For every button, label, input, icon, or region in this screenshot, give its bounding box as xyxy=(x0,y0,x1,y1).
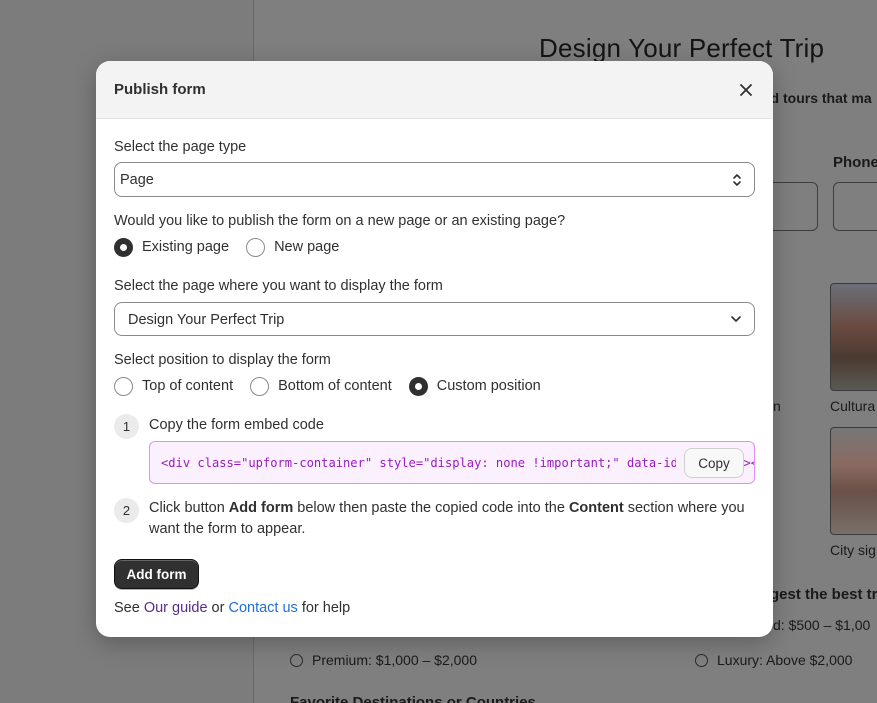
close-button[interactable] xyxy=(733,77,759,103)
add-form-button[interactable]: Add form xyxy=(114,559,199,589)
radio-unchecked-icon xyxy=(114,376,133,396)
modal-title: Publish form xyxy=(114,81,206,98)
radio-checked-icon xyxy=(408,376,428,396)
radio-existing-page[interactable]: Existing page xyxy=(114,237,230,257)
modal-header: Publish form xyxy=(96,61,773,119)
background-budget-option: Luxury: Above $2,000 xyxy=(695,652,852,668)
radio-label: Custom position xyxy=(436,378,541,394)
copy-button[interactable]: Copy xyxy=(684,448,744,478)
radio-checked-icon xyxy=(114,237,133,257)
our-guide-link[interactable]: Our guide xyxy=(144,600,208,616)
radio-unchecked-icon xyxy=(246,237,266,257)
radio-icon xyxy=(290,653,303,667)
target-page-label: Select the page where you want to displa… xyxy=(114,278,443,294)
radio-bottom-of-content[interactable]: Bottom of content xyxy=(250,376,392,396)
page-type-value: Page xyxy=(120,172,154,188)
background-card-image xyxy=(830,427,877,535)
step-2-bold-add-form: Add form xyxy=(228,500,294,516)
help-prefix: See xyxy=(114,600,144,616)
chevron-down-icon xyxy=(730,315,742,323)
help-suffix: for help xyxy=(297,600,351,616)
background-phone-input xyxy=(833,182,877,231)
step-1-text: Copy the form embed code xyxy=(149,417,324,433)
background-favorite-heading: Favorite Destinations or Countries xyxy=(290,694,536,703)
page-type-label: Select the page type xyxy=(114,139,247,155)
publish-location-radio-group: Existing page New page xyxy=(114,236,356,258)
radio-icon xyxy=(695,653,708,667)
background-card-label: Cultura xyxy=(830,398,876,414)
background-budget-heading: gest the best tr xyxy=(770,586,877,603)
publish-form-modal: Publish form Select the page type Page W… xyxy=(96,61,773,637)
step-2-text-part: below then paste the copied code into th… xyxy=(293,500,569,516)
step-2-number: 2 xyxy=(114,498,139,523)
page-type-select[interactable]: Page xyxy=(114,162,755,197)
radio-unchecked-icon xyxy=(250,376,270,396)
step-2-bold-content: Content xyxy=(568,500,624,516)
contact-us-link[interactable]: Contact us xyxy=(228,600,297,616)
background-page-title: Design Your Perfect Trip xyxy=(539,33,825,63)
embed-code[interactable]: <div class="upform-container" style="dis… xyxy=(161,456,754,470)
background-budget-option: d: $500 – $1,00 xyxy=(773,617,871,633)
background-card-label: City sig xyxy=(830,542,876,558)
publish-question-label: Would you like to publish the form on a … xyxy=(114,213,566,229)
target-page-select[interactable]: Design Your Perfect Trip xyxy=(114,302,755,336)
step-2-text-part: Click button xyxy=(149,500,229,516)
help-text: See Our guide or Contact us for help xyxy=(114,600,350,616)
background-budget-option: Premium: $1,000 – $2,000 xyxy=(290,652,477,668)
radio-new-page[interactable]: New page xyxy=(246,237,340,257)
background-option-label: Premium: $1,000 – $2,000 xyxy=(312,652,477,668)
background-phone-label: Phone xyxy=(833,154,877,171)
embed-code-box: <div class="upform-container" style="dis… xyxy=(149,441,755,484)
radio-label: Existing page xyxy=(142,239,230,255)
step-2-text: Click button Add form below then paste t… xyxy=(149,498,754,540)
radio-label: New page xyxy=(274,239,340,255)
background-card-label: n xyxy=(773,398,781,414)
position-radio-group: Top of content Bottom of content Custom … xyxy=(114,375,558,397)
radio-custom-position[interactable]: Custom position xyxy=(408,376,541,396)
radio-top-of-content[interactable]: Top of content xyxy=(114,376,234,396)
background-option-label: Luxury: Above $2,000 xyxy=(717,652,853,668)
help-or: or xyxy=(207,600,229,616)
close-icon xyxy=(740,84,752,96)
position-label: Select position to display the form xyxy=(114,352,331,368)
step-1-number: 1 xyxy=(114,414,139,439)
background-subtitle: nd tours that ma xyxy=(762,90,872,106)
chevron-up-down-icon xyxy=(732,172,742,188)
radio-label: Bottom of content xyxy=(278,378,392,394)
radio-label: Top of content xyxy=(142,378,234,394)
background-card-image xyxy=(830,283,877,391)
target-page-value: Design Your Perfect Trip xyxy=(128,312,285,328)
